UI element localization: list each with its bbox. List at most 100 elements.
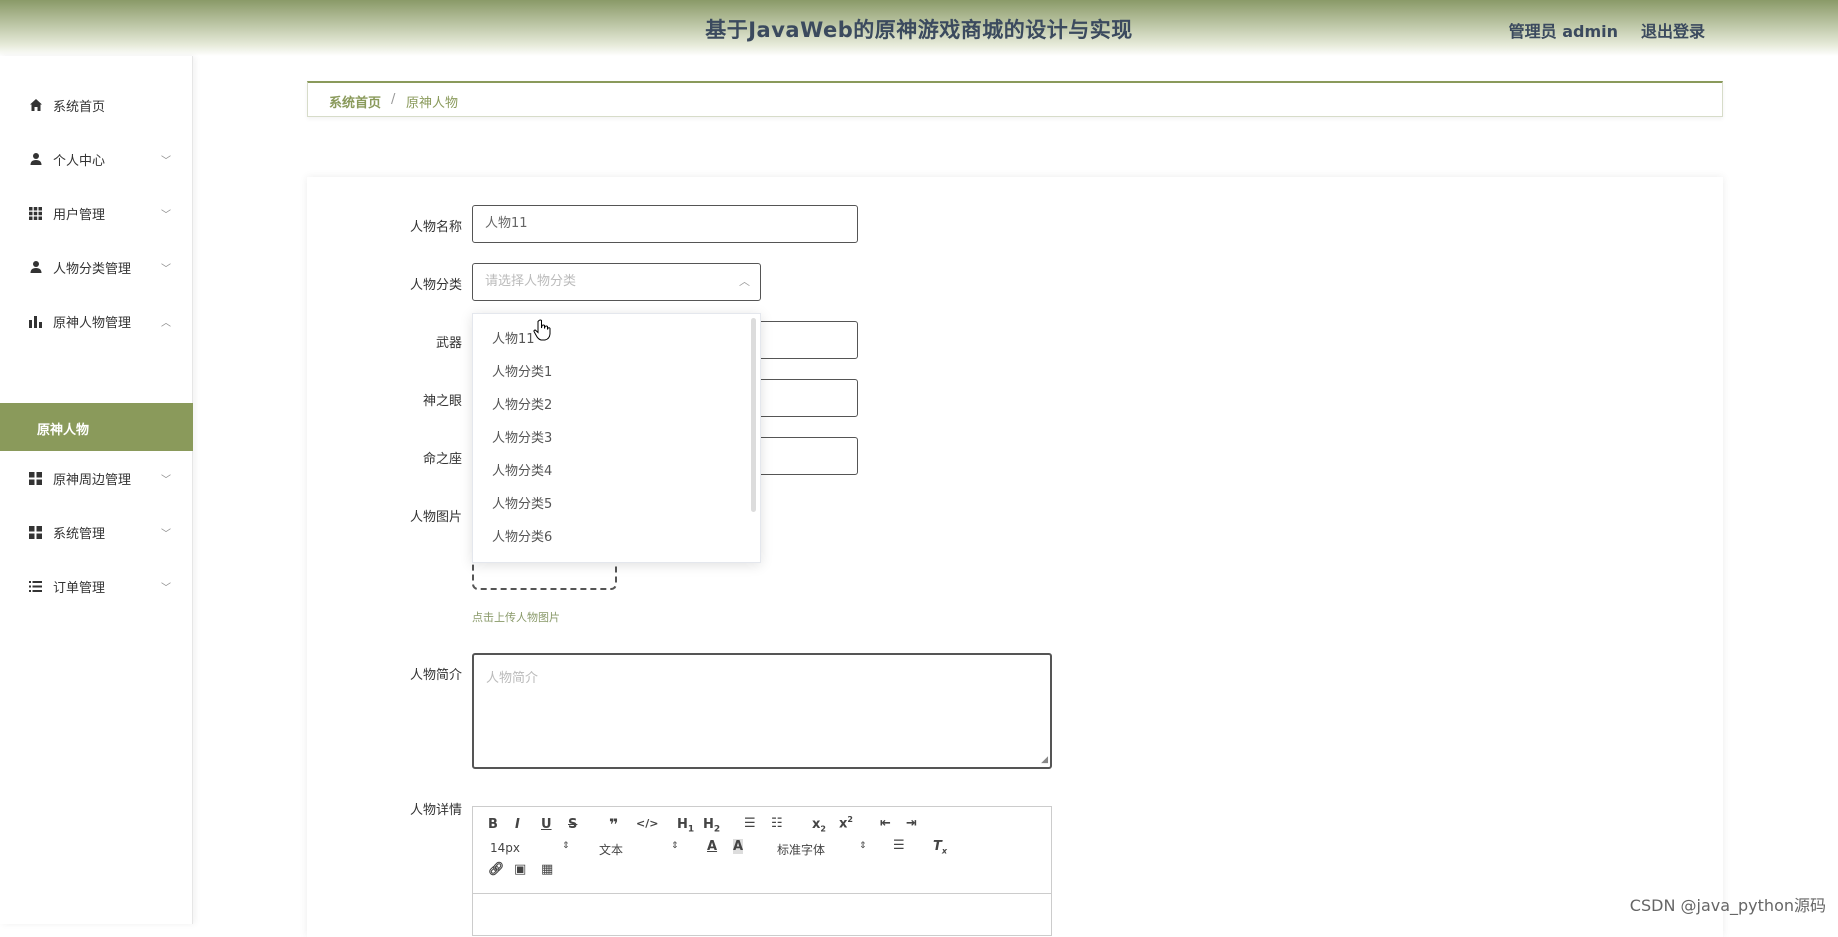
sidebar-item-users[interactable]: 用户管理 ﹀ [0,186,193,240]
breadcrumb-separator: / [391,92,396,107]
sidebar: 系统首页 个人中心 ﹀ 用户管理 ﹀ 人物分类管理 ﹀ 原神人物管理 ︿ 原神人… [0,56,193,924]
sidebar-item-characters[interactable]: 原神人物管理 ︿ [0,294,193,348]
font-size-value: 14px [490,841,520,855]
dropdown-option[interactable]: 人物分类5 [492,493,552,512]
intro-placeholder: 人物简介 [486,671,539,686]
person-icon [28,260,43,275]
intro-textarea[interactable]: 人物简介 ◢ [472,653,1052,769]
intro-label: 人物简介 [409,668,462,683]
italic-icon[interactable]: I [515,817,520,832]
text-style-value: 文本 [599,843,624,857]
sidebar-item-category[interactable]: 人物分类管理 ﹀ [0,240,193,294]
chevron-down-icon: ﹀ [161,474,171,486]
strike-icon[interactable]: S [568,817,577,832]
user-label: 管理员 admin [1508,22,1618,41]
category-select-placeholder: 请选择人物分类 [485,274,577,289]
sidebar-item-label: 个人中心 [53,153,106,169]
name-input[interactable]: 人物11 [472,205,858,243]
constellation-label: 命之座 [422,452,462,467]
sidebar-item-label: 原神人物管理 [53,315,132,331]
dropdown-option[interactable]: 人物分类6 [492,526,552,545]
list-icon [28,579,43,594]
sidebar-item-orders[interactable]: 订单管理 ﹀ [0,559,193,613]
font-color-icon[interactable]: A [707,839,717,854]
bold-icon[interactable]: B [488,817,498,832]
code-icon[interactable]: </> [636,817,658,830]
text-style-select[interactable]: 文本 ⇕ [599,841,679,858]
detail-editor: B I U S ❞ </> H1 H2 ☰ ☷ x2 x2 ⇤ ⇥ 14px ⇕… [472,806,1052,936]
sidebar-subitem-characters[interactable]: 原神人物 [0,403,193,451]
updown-icon: ⇕ [562,841,570,851]
hand-cursor-icon [533,319,551,345]
dropdown-option[interactable]: 人物分类3 [492,427,552,446]
breadcrumb: 系统首页 / 原神人物 [307,81,1723,117]
sidebar-subitem-label: 原神人物 [37,423,90,438]
top-header: 基于JavaWeb的原神游戏商城的设计与实现 管理员 admin 退出登录 [0,0,1838,56]
sidebar-item-label: 用户管理 [53,207,106,223]
resize-handle-icon[interactable]: ◢ [1041,755,1048,765]
watermark: CSDN @java_python源码 [1629,896,1826,915]
sidebar-item-label: 原神周边管理 [53,472,132,488]
category-select[interactable]: 请选择人物分类 ︿ [472,263,761,301]
font-family-select[interactable]: 标准字体 ⇕ [777,841,867,858]
clear-format-icon[interactable]: Tx [933,839,947,856]
breadcrumb-current: 原神人物 [406,96,459,111]
image-icon[interactable]: ▣ [514,862,526,877]
detail-label: 人物详情 [409,803,462,818]
subscript-icon[interactable]: x2 [812,817,826,834]
sidebar-item-system[interactable]: 系统管理 ﹀ [0,505,193,559]
chevron-down-icon: ﹀ [161,263,171,275]
image-upload[interactable] [472,560,617,590]
updown-icon: ⇕ [671,841,679,851]
superscript-icon[interactable]: x2 [839,815,853,831]
category-dropdown: 人物11 人物分类1 人物分类2 人物分类3 人物分类4 人物分类5 人物分类6 [472,313,761,563]
video-icon[interactable]: ▦ [541,862,553,877]
indent-icon[interactable]: ⇥ [906,816,917,831]
sidebar-item-label: 系统管理 [53,526,106,542]
heading2-icon[interactable]: H2 [703,817,720,835]
eye-label: 神之眼 [422,394,462,409]
sidebar-item-personal[interactable]: 个人中心 ﹀ [0,132,193,186]
chevron-down-icon: ﹀ [161,528,171,540]
outdent-icon[interactable]: ⇤ [880,816,891,831]
sidebar-item-merch[interactable]: 原神周边管理 ﹀ [0,451,193,505]
editor-body[interactable] [473,893,1051,937]
font-size-select[interactable]: 14px ⇕ [490,841,570,855]
chevron-up-icon: ︿ [739,275,750,288]
dropdown-scrollbar[interactable] [751,318,756,512]
bullet-list-icon[interactable]: ☷ [771,816,783,831]
chevron-down-icon: ﹀ [161,209,171,221]
link-icon[interactable]: 🔗︎ [488,862,505,877]
person-icon [28,152,43,167]
align-icon[interactable]: ☰ [893,838,905,853]
heading1-icon[interactable]: H1 [677,817,694,835]
dropdown-option[interactable]: 人物11 [492,328,535,347]
sidebar-item-label: 人物分类管理 [53,261,132,277]
chevron-up-icon: ︿ [161,317,171,329]
apps-icon [28,525,43,540]
home-icon [28,98,43,113]
blockquote-icon[interactable]: ❞ [609,815,618,834]
background-color-icon[interactable]: A [733,839,744,854]
category-label: 人物分类 [409,278,462,293]
apps-icon [28,471,43,486]
bar-chart-icon [28,314,43,329]
dropdown-option[interactable]: 人物分类1 [492,361,552,380]
grid-icon [28,206,43,221]
ordered-list-icon[interactable]: ☰ [744,816,756,831]
sidebar-item-label: 系统首页 [53,99,106,115]
breadcrumb-home[interactable]: 系统首页 [329,92,381,111]
image-label: 人物图片 [409,510,462,525]
updown-icon: ⇕ [859,841,867,851]
chevron-down-icon: ﹀ [161,155,171,167]
dropdown-option[interactable]: 人物分类2 [492,394,552,413]
underline-icon[interactable]: U [541,817,552,832]
chevron-down-icon: ﹀ [161,582,171,594]
font-family-value: 标准字体 [777,843,826,857]
logout-link[interactable]: 退出登录 [1641,18,1705,42]
sidebar-item-home[interactable]: 系统首页 [0,78,193,132]
dropdown-option[interactable]: 人物分类4 [492,460,552,479]
upload-tip: 点击上传人物图片 [472,611,560,624]
name-label: 人物名称 [409,220,462,235]
sidebar-item-label: 订单管理 [53,580,106,596]
